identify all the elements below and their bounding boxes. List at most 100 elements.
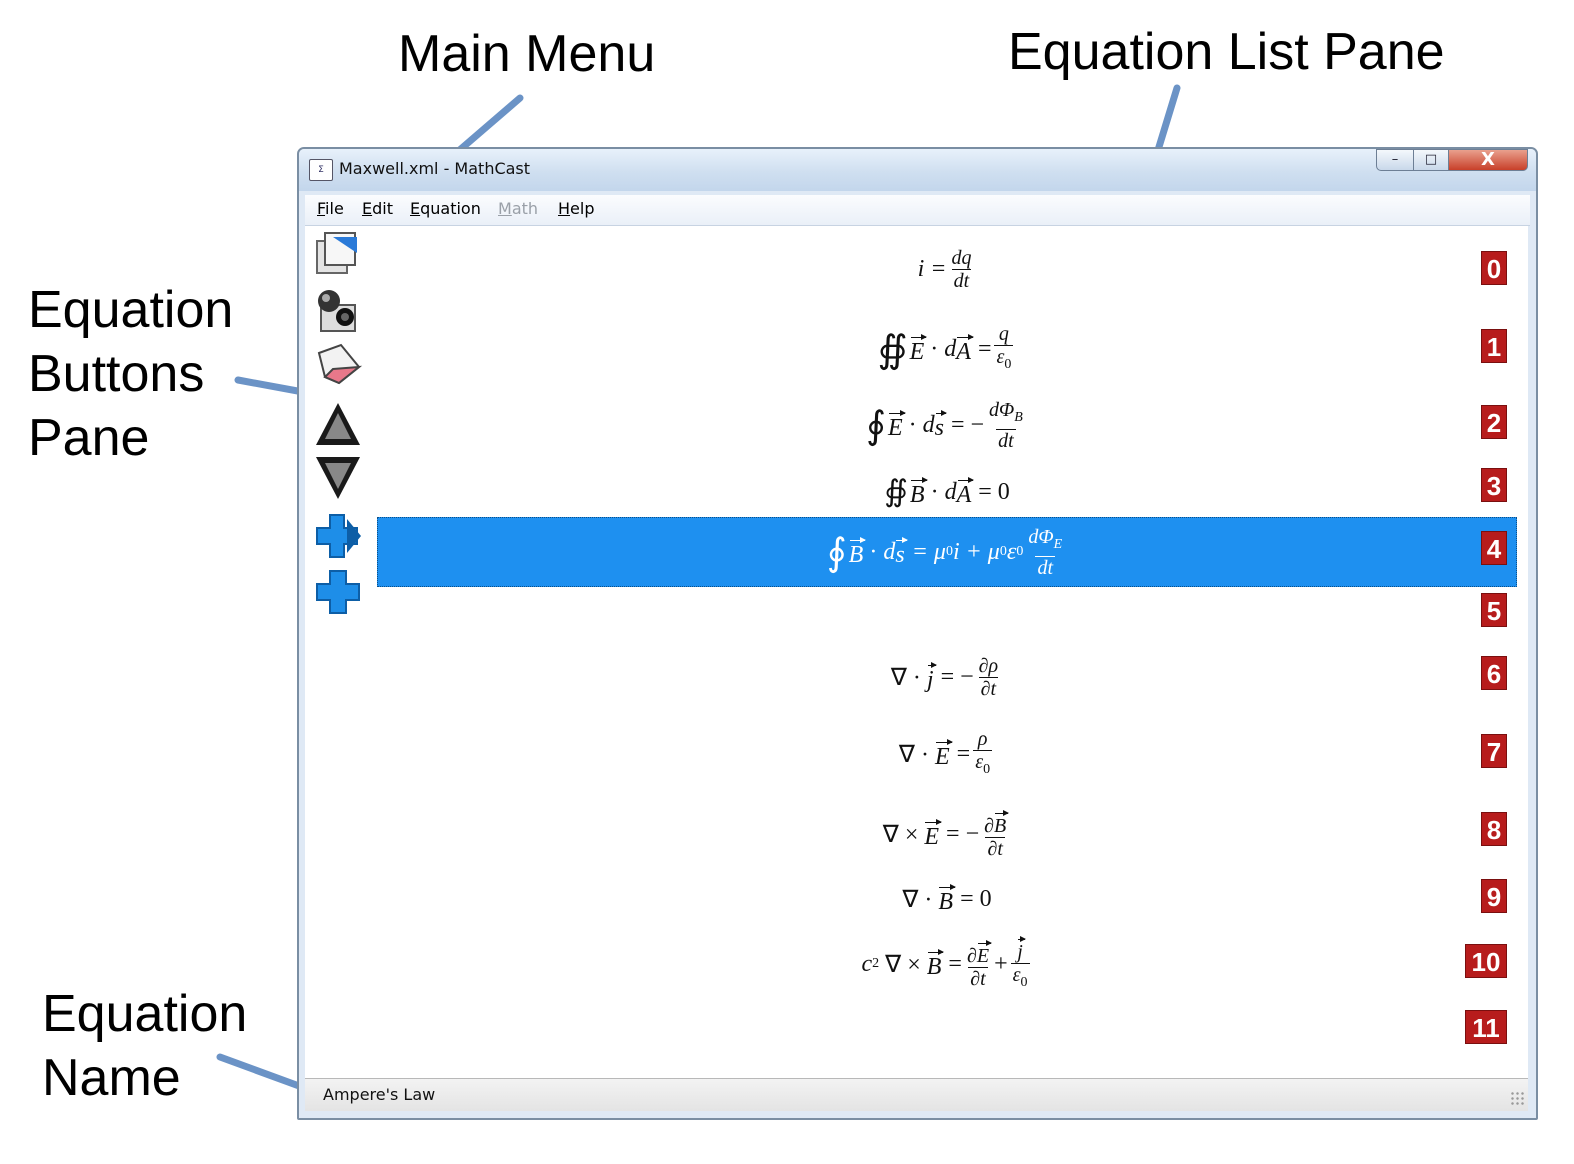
equation-row-11[interactable]	[377, 1008, 1517, 1048]
equation-1: ∯ E · d A = q ε0	[878, 323, 1017, 376]
equals-minus: = −	[940, 663, 974, 690]
title-bar[interactable]: Σ Maxwell.xml - MathCast – □ X	[299, 149, 1536, 191]
equation-index-5[interactable]: 5	[1481, 593, 1507, 627]
vector-b: B	[849, 536, 866, 569]
insert-equation-button[interactable]	[311, 510, 365, 562]
epsilon-subscript: 0	[1016, 544, 1024, 559]
equals-zero: = 0	[978, 478, 1010, 505]
numerator: ∂E	[965, 939, 993, 967]
num-symbol: dΦ	[989, 398, 1015, 421]
equation-row-4-selected[interactable]: ∮ B · d s = μ0 i + μ0 ε0 dΦE dt	[377, 517, 1517, 587]
vector-e: E	[935, 738, 953, 771]
callout-equation-name: Equation Name	[42, 982, 247, 1110]
menu-equation[interactable]: Equation	[410, 199, 481, 218]
fraction: dΦE dt	[1026, 526, 1064, 579]
equation-9: ∇ · B = 0	[902, 883, 992, 916]
equation-name-label: Ampere's Law	[323, 1085, 436, 1104]
equation-row-5[interactable]	[377, 596, 1517, 626]
equation-index-1[interactable]: 1	[1481, 329, 1507, 363]
differential: d	[922, 411, 935, 438]
equation-row-9[interactable]: ∇ · B = 0	[377, 877, 1517, 921]
denominator: ε0	[973, 749, 993, 781]
menu-file[interactable]: File	[317, 199, 344, 218]
callout-line-1: Equation	[42, 985, 248, 1043]
fraction: ∂B ∂t	[982, 809, 1010, 860]
equation-row-10[interactable]: c2 ∇ × B = ∂E ∂t + j ε0	[377, 928, 1517, 1000]
denominator: ∂t	[978, 676, 999, 700]
maximize-button[interactable]: □	[1413, 149, 1449, 171]
equation-index-7[interactable]: 7	[1481, 734, 1507, 768]
close-button[interactable]: X	[1448, 149, 1528, 171]
equation-8: ∇ × E = − ∂B ∂t	[883, 809, 1011, 860]
differential: d	[944, 478, 957, 505]
differential: d	[883, 538, 896, 565]
vector-b: B	[994, 809, 1010, 837]
fraction: ∂ρ ∂t	[977, 655, 1000, 700]
status-bar: Ampere's Law	[305, 1078, 1528, 1111]
equation-row-8[interactable]: ∇ × E = − ∂B ∂t	[377, 800, 1517, 868]
denominator: ∂t	[985, 836, 1005, 860]
exponent: 2	[872, 956, 880, 971]
partial: ∂	[966, 944, 977, 967]
move-up-button[interactable]	[311, 398, 365, 450]
minimize-button[interactable]: –	[1376, 149, 1414, 171]
equation-row-1[interactable]: ∯ E · d A = q ε0	[377, 318, 1517, 380]
equation-index-0[interactable]: 0	[1481, 251, 1507, 285]
denominator: dt	[996, 428, 1016, 452]
nabla-dot: ∇ ·	[898, 741, 929, 768]
mu-subscript: 0	[945, 544, 953, 559]
fraction: q ε0	[994, 323, 1014, 376]
equation-index-3[interactable]: 3	[1481, 468, 1507, 502]
numerator: dΦE	[1026, 526, 1064, 556]
equation-row-2[interactable]: ∮ E · d s = − dΦB dt	[377, 393, 1517, 457]
nabla-cross: ∇ ×	[885, 951, 921, 978]
equation-index-6[interactable]: 6	[1481, 656, 1507, 690]
den-subscript: 0	[983, 761, 991, 777]
equation-list-pane[interactable]: i = dq dt ∯ E · d A = q ε0 ∮ E · d s = −…	[305, 226, 1528, 1078]
equation-index-10[interactable]: 10	[1465, 944, 1507, 978]
menu-math[interactable]: Math	[498, 199, 538, 218]
equals-zero: = 0	[960, 885, 992, 912]
denominator: ∂t	[968, 966, 988, 990]
edit-equation-button[interactable]	[311, 284, 365, 336]
add-equation-button[interactable]	[311, 566, 365, 618]
equation-index-4[interactable]: 4	[1481, 531, 1507, 565]
fraction-2: j ε0	[1010, 935, 1030, 994]
new-equation-button[interactable]	[311, 226, 365, 278]
equals-minus: = −	[946, 820, 980, 847]
vector-b: B	[927, 948, 945, 981]
numerator: ∂B	[982, 809, 1010, 837]
num-subscript: E	[1053, 536, 1063, 552]
eraser-icon	[317, 343, 363, 385]
nabla-dot: ∇ ·	[902, 886, 933, 913]
plus: +	[994, 950, 1008, 977]
vector-e: E	[924, 818, 942, 851]
mu-subscript: 0	[999, 544, 1007, 559]
vector-e: E	[977, 939, 993, 967]
delete-equation-button[interactable]	[311, 340, 365, 392]
callout-equation-list-pane-text: Equation List Pane	[1008, 23, 1445, 81]
move-down-button[interactable]	[311, 452, 365, 504]
menu-help[interactable]: Help	[558, 199, 594, 218]
equation-index-11[interactable]: 11	[1465, 1010, 1507, 1044]
equation-10: c2 ∇ × B = ∂E ∂t + j ε0	[861, 935, 1032, 994]
denominator: dt	[951, 268, 972, 292]
equation-index-9[interactable]: 9	[1481, 879, 1507, 913]
equation-index-8[interactable]: 8	[1481, 812, 1507, 846]
dot-operator: ·	[930, 478, 939, 505]
equation-row-3[interactable]: ∯ B · d A = 0	[377, 470, 1517, 514]
numerator: ∂ρ	[978, 654, 999, 677]
mathcast-window: Σ Maxwell.xml - MathCast – □ X File Edit…	[297, 147, 1538, 1120]
app-icon[interactable]: Σ	[309, 159, 333, 181]
equation-index-2[interactable]: 2	[1481, 405, 1507, 439]
callout-line-1: Equation	[28, 281, 234, 339]
menu-edit[interactable]: Edit	[362, 199, 393, 218]
equation-row-0[interactable]: i = dq dt	[377, 239, 1517, 299]
move-down-icon	[316, 457, 360, 499]
equation-row-6[interactable]: ∇ · j = − ∂ρ ∂t	[377, 646, 1517, 708]
vector-a: A	[956, 333, 974, 366]
equation-6: ∇ · j = − ∂ρ ∂t	[891, 655, 1003, 700]
resize-grip-icon[interactable]	[1510, 1091, 1524, 1105]
equation-0: i = dq dt	[918, 247, 977, 292]
equation-row-7[interactable]: ∇ · E = ρ ε0	[377, 723, 1517, 785]
